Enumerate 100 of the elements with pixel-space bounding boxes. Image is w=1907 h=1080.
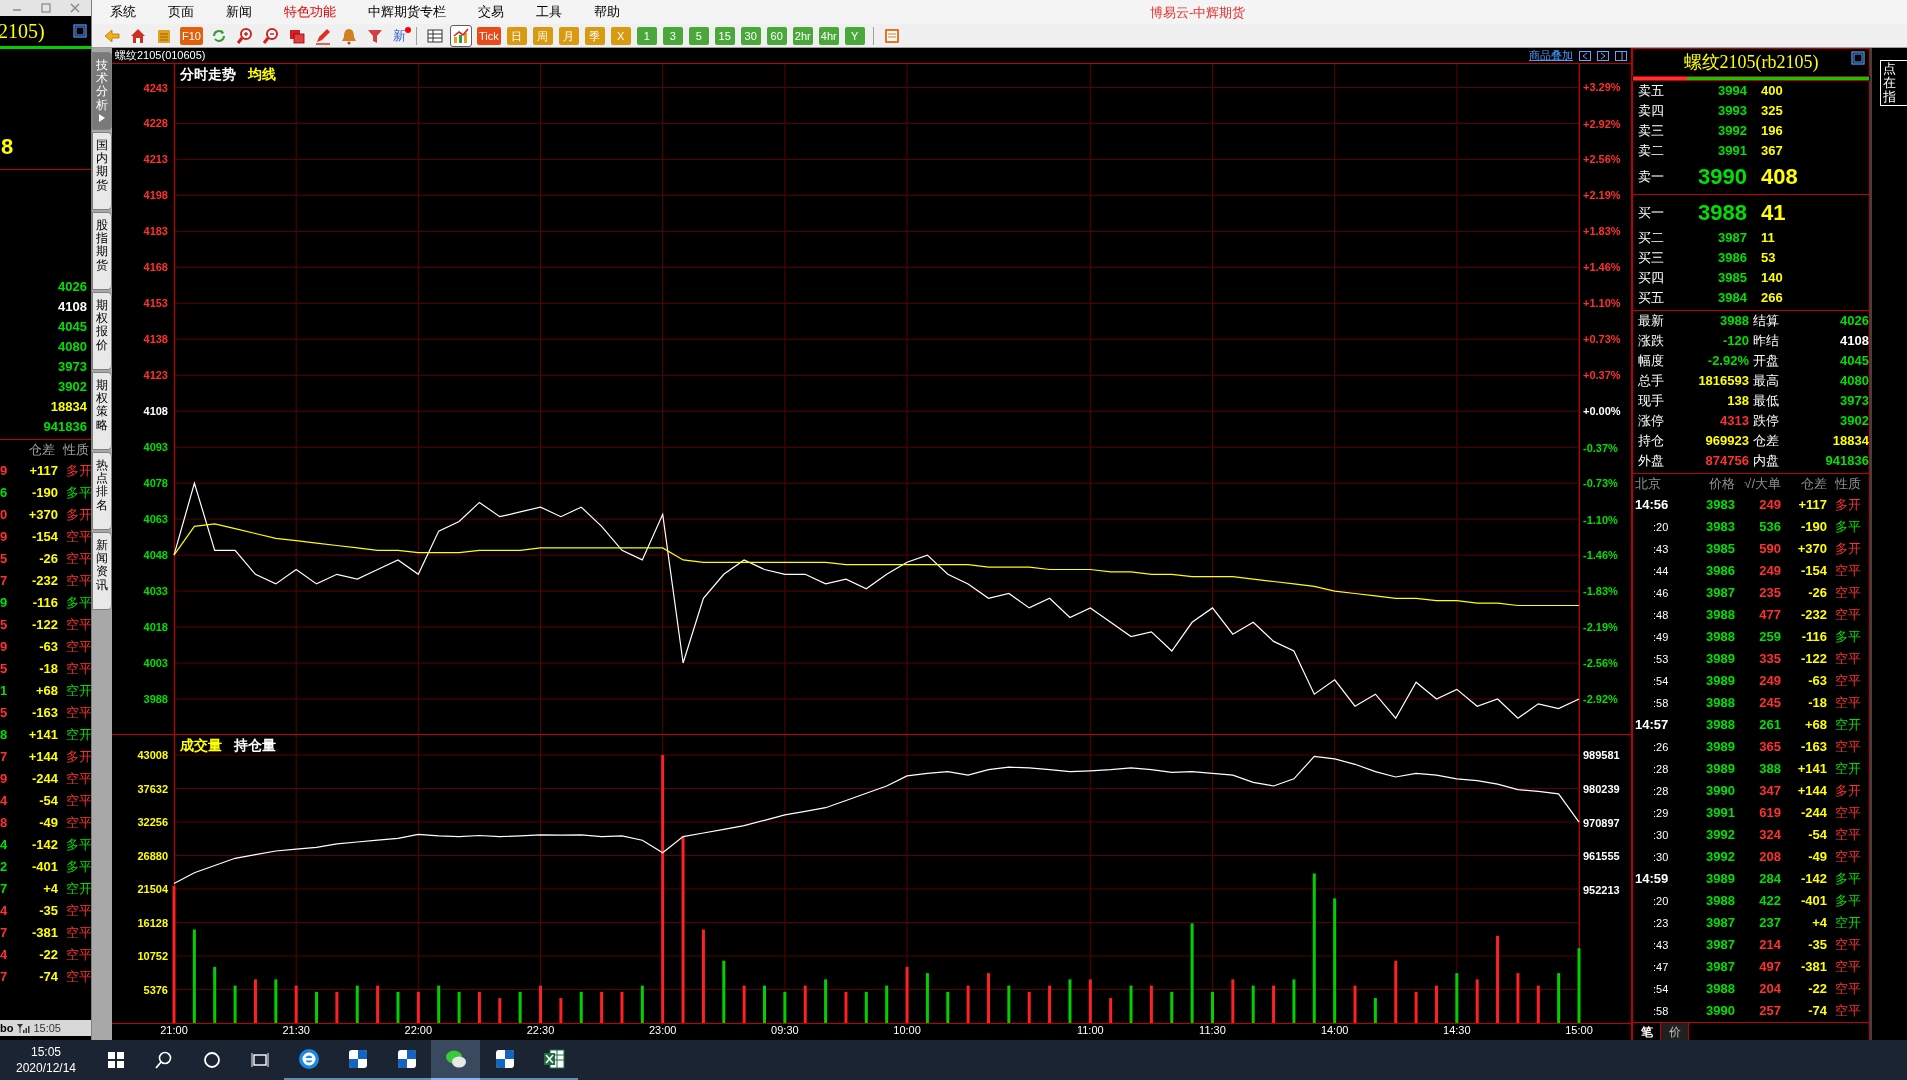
note-text: 点 (1883, 62, 1897, 76)
tick-time: 14:57 (1635, 716, 1670, 735)
table-cell-text: 空平 (65, 902, 92, 921)
period-button[interactable]: Y (844, 26, 865, 45)
task-view-icon[interactable] (250, 1050, 270, 1070)
menu-item[interactable]: 交易 (472, 2, 510, 22)
tick-nature: 空平 (1834, 694, 1861, 713)
table-cell-text: -63 (38, 638, 58, 657)
overlay-link[interactable]: 商品叠加 (1529, 47, 1573, 64)
time-label: 22:00 (404, 1024, 433, 1036)
time-label: 11:00 (1076, 1024, 1104, 1036)
period-button[interactable]: 日 (506, 26, 527, 45)
bottom-tab[interactable]: 价 (1661, 1023, 1689, 1040)
tick-price: 3989 (1705, 650, 1735, 669)
table-cell-text: 4 (0, 836, 9, 855)
volume-bar (559, 998, 563, 1023)
taskbar-app[interactable] (431, 1040, 480, 1080)
zoom-in-icon[interactable] (234, 25, 255, 46)
period-button[interactable]: 1 (636, 26, 657, 45)
axis-label: 952213 (1583, 884, 1620, 896)
side-tab[interactable]: 国内期货 (92, 132, 112, 210)
side-tab[interactable]: 热点排名 (92, 452, 112, 530)
volume-bar (803, 985, 807, 1023)
period-button[interactable]: 季 (584, 26, 605, 45)
table-cell-text: -26 (38, 550, 58, 569)
tick-time: :43 (1652, 541, 1670, 557)
spreadsheet-icon (541, 1047, 566, 1071)
menu-item[interactable]: 工具 (530, 2, 568, 22)
period-button[interactable]: 周 (532, 26, 553, 45)
volume-bar (742, 985, 746, 1023)
level-label: 卖三 (1637, 122, 1665, 141)
period-button[interactable]: 4hr (818, 26, 839, 45)
prev-icon[interactable] (1579, 50, 1591, 61)
period-button[interactable]: 3 (662, 26, 683, 45)
menu-item[interactable]: 系统 (104, 2, 142, 22)
volume-bar (1292, 979, 1296, 1023)
next-icon[interactable] (1597, 50, 1609, 61)
period-button[interactable]: 2hr (792, 26, 813, 45)
period-button[interactable]: Tick (476, 26, 501, 45)
restore-icon[interactable] (73, 24, 87, 38)
search-icon[interactable] (154, 1050, 174, 1070)
period-button[interactable]: 60 (766, 26, 787, 45)
menu-item[interactable]: 帮助 (588, 2, 626, 22)
table-cell-text: 4 (0, 946, 9, 965)
period-button[interactable]: 30 (740, 26, 761, 45)
table-cell-text: +141 (27, 726, 58, 745)
tick-price: 3989 (1705, 870, 1735, 889)
period-button[interactable]: 5 (688, 26, 709, 45)
table-cell-text: 空开 (65, 682, 92, 701)
signal-icon (16, 1023, 31, 1033)
chart-icon[interactable] (450, 25, 471, 46)
period-button[interactable]: F10 (180, 26, 203, 45)
period-button[interactable]: X (610, 26, 631, 45)
side-tab[interactable]: 技术分析 (92, 52, 112, 130)
zoom-out-icon[interactable] (260, 25, 281, 46)
restore-icon[interactable] (1851, 51, 1865, 65)
table-cell-text: 9 (0, 462, 9, 481)
table-cell-text: -18 (38, 660, 58, 679)
circle-icon[interactable] (202, 1050, 222, 1070)
tick-oi-change: -74 (1807, 1002, 1827, 1021)
stat-value: 4045 (58, 318, 87, 337)
time-label: 09:30 (771, 1024, 799, 1036)
column-header: 性质 (63, 441, 89, 460)
period-button[interactable]: 15 (714, 26, 735, 45)
tick-nature: 空平 (1834, 936, 1861, 955)
bid-ask-price: 3991 (1717, 142, 1747, 161)
layout-icon[interactable] (1615, 50, 1627, 61)
side-tab[interactable]: 股指期货 (92, 212, 112, 290)
axis-label: 4003 (143, 657, 168, 669)
menu-item[interactable]: 页面 (162, 2, 200, 22)
table-cell-text: 空平 (65, 616, 92, 635)
menu-item[interactable]: 特色功能 (278, 2, 342, 22)
close-icon[interactable] (68, 2, 81, 14)
menu-item[interactable]: 中辉期货专栏 (362, 2, 452, 22)
clock-time: 15:05 (31, 1044, 61, 1060)
stat-label: 最低 (1752, 392, 1780, 410)
volume-bar (396, 991, 400, 1023)
menu-item[interactable]: 新闻 (220, 2, 258, 22)
side-tab[interactable]: 期权策略 (92, 372, 112, 450)
legend-label: 持仓量 (232, 737, 278, 753)
table-cell-text: 空平 (65, 770, 92, 789)
stat-value: 4108 (58, 298, 87, 317)
time-label: 10:00 (893, 1024, 921, 1036)
tick-nature: 空平 (1834, 672, 1861, 691)
volume-bar (1434, 985, 1438, 1023)
new-button[interactable]: 新 (390, 26, 408, 45)
stat-label: 最高 (1752, 372, 1780, 390)
start-icon[interactable] (106, 1050, 126, 1070)
stat-label: 外盘 (1637, 452, 1665, 470)
side-tab[interactable]: 新闻资讯 (92, 532, 112, 610)
side-tab[interactable]: 期权报价 (92, 292, 112, 370)
tick-price: 3987 (1705, 958, 1735, 977)
tick-nature: 空平 (1834, 980, 1861, 999)
bid-ask-volume: 41 (1760, 199, 1786, 227)
table-cell-text: 7 (0, 748, 9, 767)
axis-label: 10752 (137, 950, 168, 962)
stat-label: 开盘 (1752, 352, 1780, 370)
bid-ask-volume: 408 (1760, 163, 1798, 191)
period-button[interactable]: 月 (558, 26, 579, 45)
table-cell-text: -116 (31, 594, 58, 613)
